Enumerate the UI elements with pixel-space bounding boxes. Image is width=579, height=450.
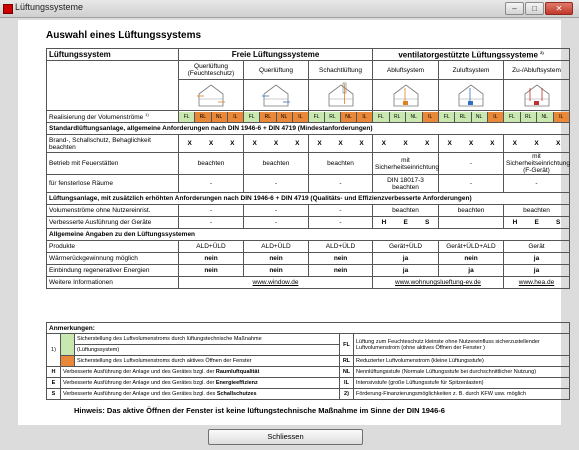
maximize-button[interactable]: □ — [525, 2, 544, 15]
link-wohnungslueftung[interactable]: www.wohnungslueftung-ev.de — [372, 276, 504, 289]
system-name: Abluftsystem — [372, 60, 439, 80]
system-name: Zu-/Abluftsystem — [503, 60, 570, 80]
link-window[interactable]: www.window.de — [178, 276, 373, 289]
content-area: Auswahl eines Lüftungssystems Lüftungssy… — [18, 20, 571, 425]
house-icon — [308, 79, 373, 111]
row-label-energie: Einbindung regenerativer Energien — [46, 264, 179, 277]
system-name: Querlüftung — [243, 60, 309, 80]
house-icon — [372, 79, 439, 111]
notes-table: Anmerkungen: 1) Sicherstellung des Luftv… — [45, 322, 571, 400]
row-label-waerme: Wärmerückgewinnung möglich — [46, 252, 179, 265]
row-label-brand: Brand-, Schallschutz, Behaglichkeit beac… — [46, 134, 179, 153]
row-label-volume: Realisierung der Volumenströme 1) — [46, 110, 179, 123]
title-bar: Lüftungssysteme – □ ✕ — [0, 0, 579, 18]
house-icon — [438, 79, 504, 111]
row-label-vol-ohne: Volumenströme ohne Nutzereinrist. — [46, 204, 179, 217]
ventilation-table: Lüftungssystem Freie Lüftungssysteme ven… — [46, 48, 570, 289]
page-heading: Auswahl eines Lüftungssystems — [46, 30, 202, 41]
house-icon — [178, 79, 244, 111]
system-name: Schachtlüftung — [308, 60, 373, 80]
row-label-produkte: Produkte — [46, 240, 179, 253]
row-label-verbessert: Verbesserte Ausführung der Geräte — [46, 216, 179, 229]
section-enhanced: Lüftungsanlage, mit zusätzlich erhöhten … — [46, 192, 570, 205]
house-icon — [503, 79, 570, 111]
close-button[interactable]: Schliessen — [208, 429, 363, 445]
link-hea[interactable]: www.hea.de — [503, 276, 570, 289]
section-standard: Standardlüftungsanlage, allgemeine Anfor… — [46, 122, 570, 135]
system-name: Querlüftung (Feuchteschutz) — [178, 60, 244, 80]
close-window-button[interactable]: ✕ — [545, 2, 573, 15]
row-label-info: Weitere Informationen — [46, 276, 179, 289]
group-free: Freie Lüftungssysteme — [178, 48, 373, 61]
row-label-fensterlos: für fensterlose Räume — [46, 174, 179, 193]
minimize-button[interactable]: – — [505, 2, 524, 15]
notes-title: Anmerkungen: — [45, 322, 571, 334]
col-header-system: Lüftungssystem — [46, 48, 179, 61]
hint-text: Hinweis: Das aktive Öffnen der Fenster i… — [74, 406, 445, 415]
group-vent: ventilatorgestützte Lüftungssysteme 2) — [372, 48, 570, 61]
app-icon — [3, 4, 13, 14]
section-general: Allgemeine Angaben zu den Lüftungssystem… — [46, 228, 570, 241]
window-title: Lüftungssysteme — [15, 2, 84, 12]
house-icon — [243, 79, 309, 111]
system-name: Zuluftsystem — [438, 60, 504, 80]
row-label-feuer: Betrieb mit Feuerstätten — [46, 152, 179, 175]
